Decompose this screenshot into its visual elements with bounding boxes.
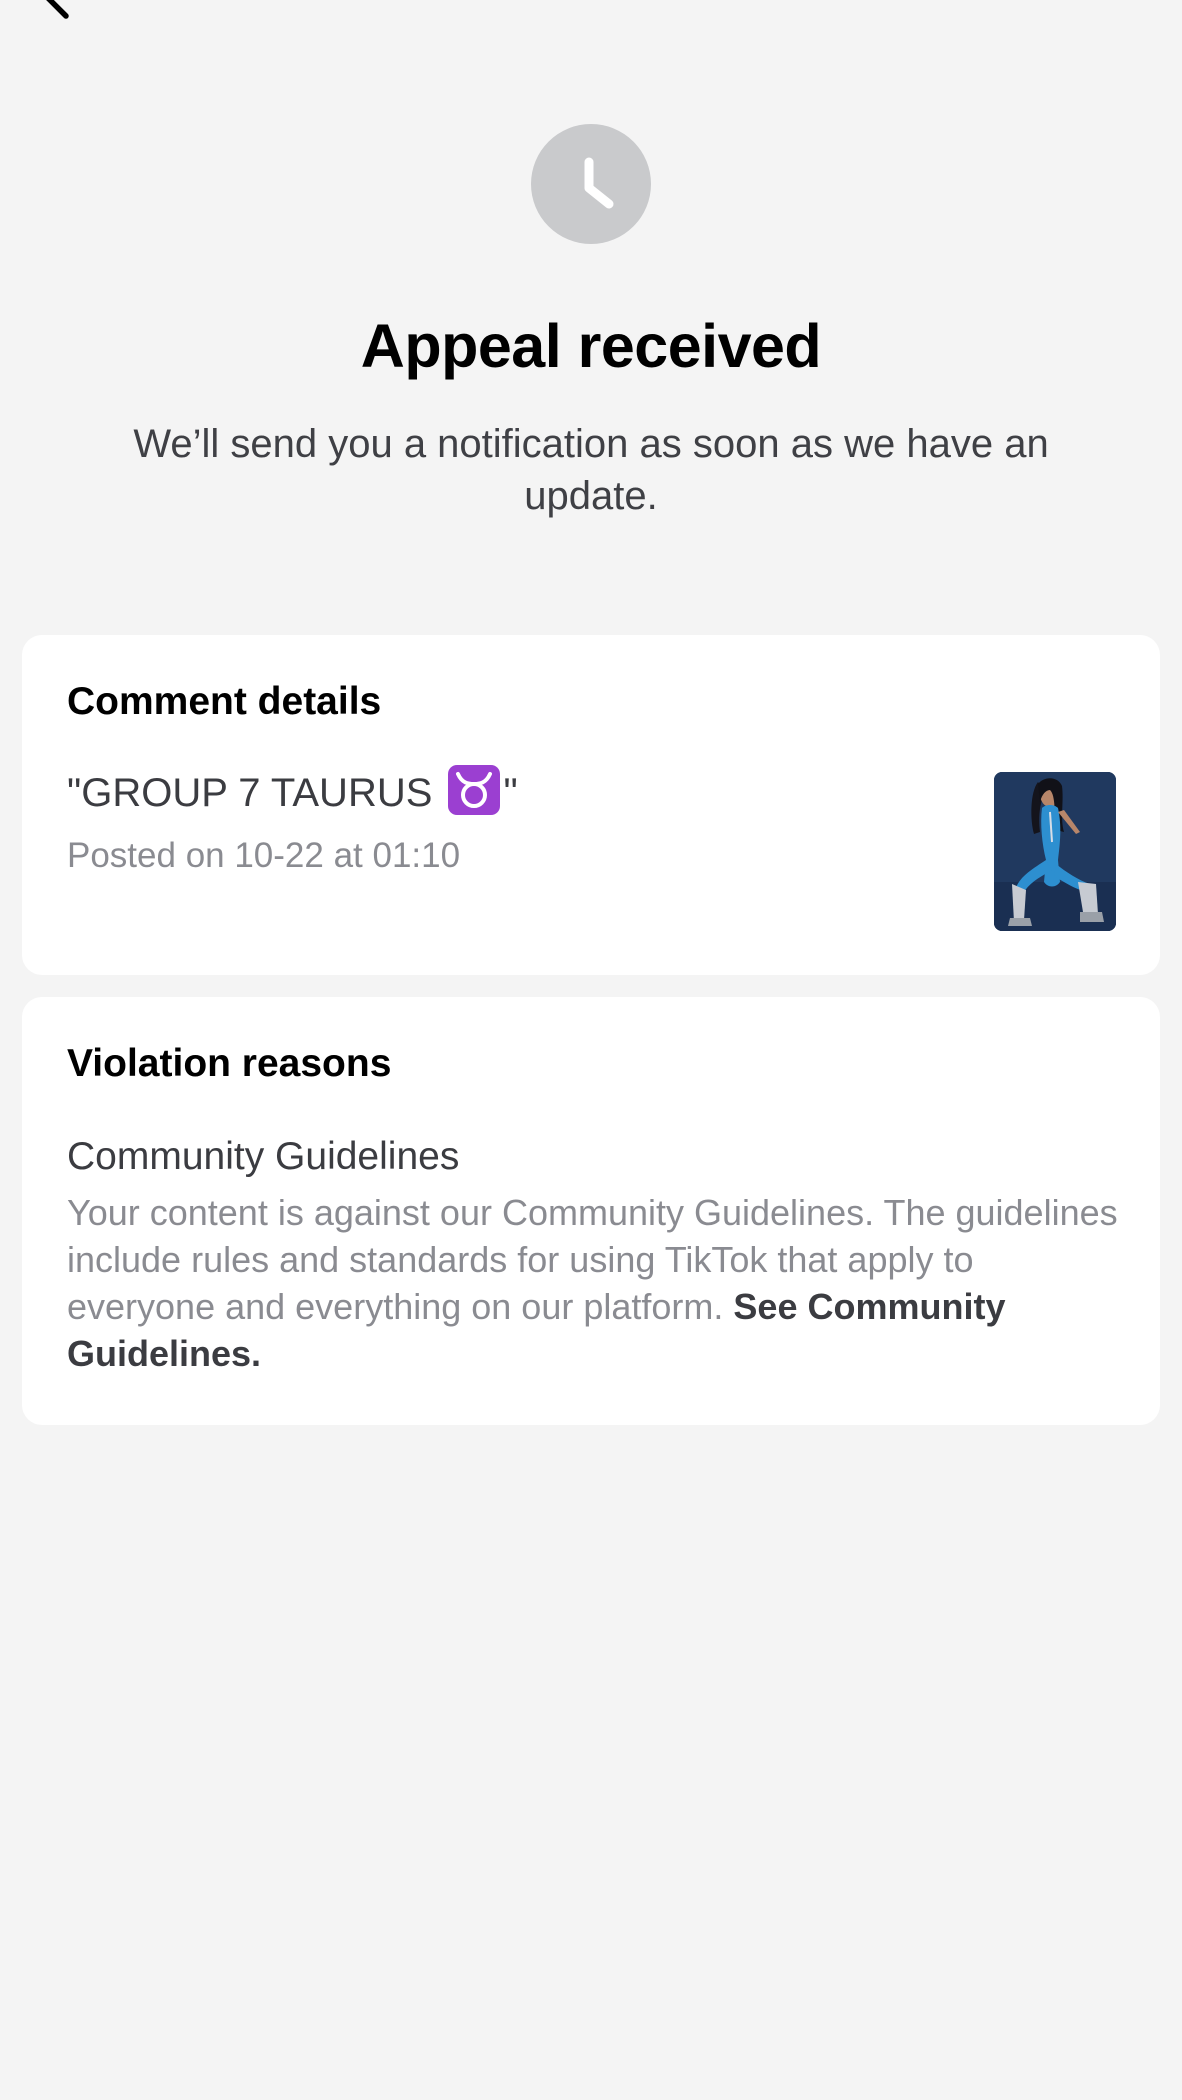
page-title: Appeal received [360,312,822,380]
taurus-emoji-icon [447,765,500,815]
violation-reasons-heading: Violation reasons [67,1042,392,1085]
back-button[interactable] [40,0,100,20]
chevron-left-icon [46,0,69,19]
comment-text-suffix: " [503,771,518,815]
page-subtitle: We’ll send you a notification as soon as… [133,422,1049,518]
comment-text-prefix: "GROUP 7 TAURUS [67,771,433,815]
violation-reasons-card: Violation reasons Community Guidelines Y… [22,997,1160,1425]
comment-details-card: Comment details "GROUP 7 TAURUS " Posted… [22,635,1160,975]
video-thumbnail[interactable] [994,772,1116,931]
comment-details-heading: Comment details [67,680,382,723]
comment-posted-time: Posted on 10-22 at 01:10 [67,836,461,875]
comment-text: "GROUP 7 TAURUS " [67,765,518,820]
violation-reason-title: Community Guidelines [67,1135,460,1178]
clock-icon [531,124,651,244]
violation-reason-description: Your content is against our Community Gu… [67,1189,1127,1377]
